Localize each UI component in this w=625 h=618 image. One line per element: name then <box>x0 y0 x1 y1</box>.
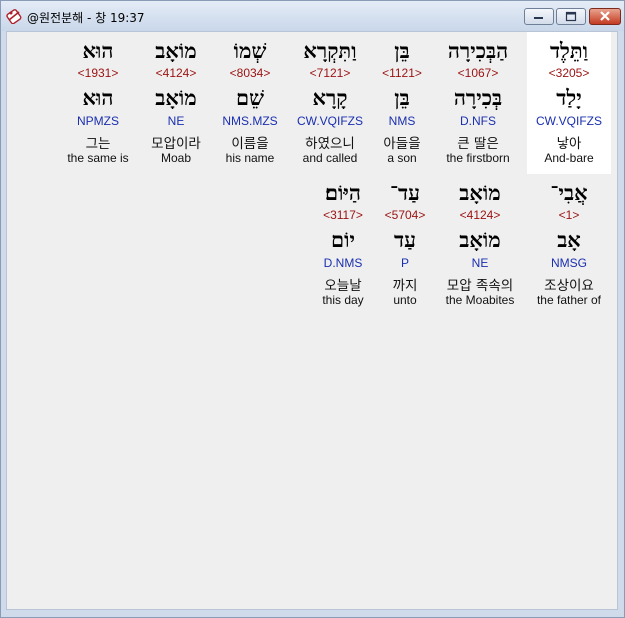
korean-gloss: 아들을 <box>383 136 421 152</box>
minimize-button[interactable] <box>524 8 554 25</box>
lemma: בֵּן <box>394 85 410 110</box>
korean-gloss: 모압이라 <box>151 136 201 152</box>
parsing-code: NE <box>167 114 185 128</box>
hebrew-word: שְׁמוֹ <box>233 38 267 63</box>
word-block[interactable]: מוֹאָב <4124> מוֹאָב NE 모압 족속의 the Moabi… <box>435 174 525 316</box>
strong-number-link[interactable]: <3205> <box>527 66 611 80</box>
english-gloss: a son <box>387 151 417 165</box>
strong-number-link[interactable]: <4124> <box>142 66 210 80</box>
strong-number-link[interactable]: <8034> <box>215 66 285 80</box>
lemma: קָרָא <box>312 85 348 110</box>
word-block[interactable]: אֲבִי־ <1> אָב NMSG 조상이요 the father of <box>527 174 611 316</box>
maximize-icon <box>557 9 585 28</box>
korean-gloss: 까지 <box>392 278 418 294</box>
hebrew-word: בֵּן <box>394 38 410 63</box>
english-gloss: the same is <box>67 151 129 165</box>
english-gloss: this day <box>322 293 364 307</box>
strong-number-link[interactable]: <4124> <box>435 208 525 222</box>
minimize-icon <box>525 9 553 28</box>
parsing-code: NMSG <box>551 256 587 270</box>
parsing-code: CW.VQIFZS <box>536 114 602 128</box>
english-gloss: his name <box>225 151 275 165</box>
hebrew-word: מוֹאָב <box>459 180 501 205</box>
parsing-code: D.NMS <box>323 256 363 270</box>
lemma: שֵׁם <box>236 85 264 110</box>
word-block[interactable]: עַד־ <5704> עַד P 까지 unto <box>379 174 431 316</box>
english-gloss: And-bare <box>544 151 594 165</box>
word-block[interactable]: וַתִּקְרָא <7121> קָרָא CW.VQIFZS 하였으니 a… <box>292 32 368 174</box>
english-gloss: unto <box>393 293 417 307</box>
lemma: עַד <box>394 227 416 252</box>
app-logo-icon[interactable] <box>6 8 22 25</box>
english-gloss: Moab <box>160 151 192 165</box>
strong-number-link[interactable]: <1> <box>527 208 611 222</box>
lemma: הוּא <box>82 85 114 110</box>
hebrew-word: הוּא <box>82 38 114 63</box>
hebrew-word: אֲבִי־ <box>550 180 588 205</box>
strong-number-link[interactable]: <1121> <box>374 66 430 80</box>
hebrew-word: מוֹאָב <box>155 38 197 63</box>
korean-gloss: 큰 딸은 <box>457 136 499 152</box>
parsing-code: NE <box>471 256 489 270</box>
korean-gloss: 하였으니 <box>305 136 355 152</box>
word-block[interactable]: בֵּן <1121> בֵּן NMS 아들을 a son <box>374 32 430 174</box>
word-block[interactable]: הוּא <1931> הוּא NPMZS 그는 the same is <box>60 32 136 174</box>
lemma: יוֹם <box>331 227 355 252</box>
parsing-code: NPMZS <box>77 114 119 128</box>
lemma: אָב <box>557 227 581 252</box>
korean-gloss: 조상이요 <box>544 278 594 294</box>
word-block[interactable]: שְׁמוֹ <8034> שֵׁם NMS.MZS 이름을 his name <box>215 32 285 174</box>
korean-gloss: 낳아 <box>556 136 582 152</box>
parsing-code: P <box>400 256 409 270</box>
maximize-button[interactable] <box>556 8 586 25</box>
strong-number-link[interactable]: <7121> <box>292 66 368 80</box>
parsing-code: CW.VQIFZS <box>297 114 363 128</box>
english-gloss: the father of <box>536 293 602 307</box>
korean-gloss: 그는 <box>85 136 111 152</box>
window-title: @원전분해 - 창 19:37 <box>27 11 145 25</box>
hebrew-word: וַתִּקְרָא <box>303 38 357 63</box>
parsing-code: NMS.MZS <box>222 114 278 128</box>
lemma: יָלַד <box>556 85 582 110</box>
english-gloss: the firstborn <box>446 151 510 165</box>
close-icon <box>590 9 620 28</box>
hebrew-word: וַתֵּלֶד <box>549 38 589 63</box>
title-bar[interactable]: @원전분해 - 창 19:37 <box>1 1 624 31</box>
korean-gloss: 오늘날 <box>324 278 362 294</box>
parsing-code: D.NFS <box>460 114 496 128</box>
english-gloss: the Moabites <box>445 293 515 307</box>
strong-number-link[interactable]: <1067> <box>434 66 522 80</box>
korean-gloss: 모압 족속의 <box>446 278 514 294</box>
word-block[interactable]: הַבְּכִירָה <1067> בְּכִירָה D.NFS 큰 딸은 … <box>434 32 522 174</box>
korean-gloss: 이름을 <box>231 136 269 152</box>
lemma: בְּכִירָה <box>453 85 503 110</box>
parsing-code: NMS <box>388 114 416 128</box>
strong-number-link[interactable]: <3117> <box>313 208 373 222</box>
word-block[interactable]: הַיּוֹם׃ <3117> יוֹם D.NMS 오늘날 this day <box>313 174 373 316</box>
app-window: @원전분해 - 창 19:37 וַתֵּלֶד <3205> יָלַד CW… <box>0 0 625 618</box>
hebrew-word: הַבְּכִירָה <box>447 38 509 63</box>
hebrew-word: הַיּוֹם׃ <box>324 180 362 205</box>
close-button[interactable] <box>589 8 621 25</box>
lemma: מוֹאָב <box>459 227 501 252</box>
strong-number-link[interactable]: <1931> <box>60 66 136 80</box>
strong-number-link[interactable]: <5704> <box>379 208 431 222</box>
interlinear-panel: וַתֵּלֶד <3205> יָלַד CW.VQIFZS 낳아 And-b… <box>6 31 618 610</box>
english-gloss: and called <box>302 151 358 165</box>
hebrew-word: עַד־ <box>389 180 421 205</box>
word-block[interactable]: מוֹאָב <4124> מוֹאָב NE 모압이라 Moab <box>142 32 210 174</box>
word-block[interactable]: וַתֵּלֶד <3205> יָלַד CW.VQIFZS 낳아 And-b… <box>527 32 611 174</box>
lemma: מוֹאָב <box>155 85 197 110</box>
